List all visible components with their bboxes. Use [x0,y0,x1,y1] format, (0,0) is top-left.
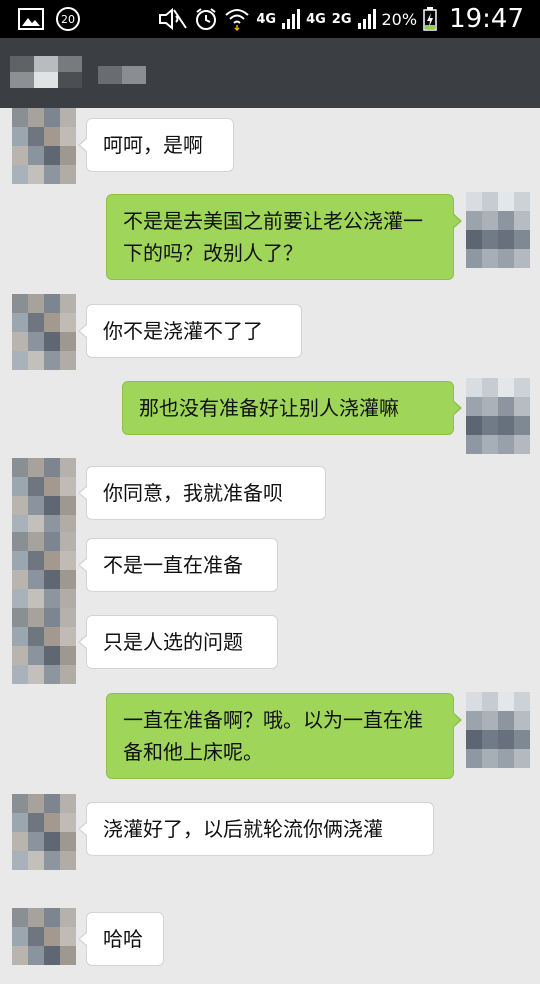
notification-count-badge: 20 [56,7,80,31]
battery-percent: 20% [381,9,418,29]
image-icon [18,8,44,30]
avatar[interactable] [12,294,76,370]
battery-charging-icon [423,7,437,31]
message-bubble[interactable]: 你不是浇灌不了了 [78,304,302,358]
avatar[interactable] [12,108,76,184]
chat-header [0,38,540,108]
message-bubble[interactable]: 呵呵，是啊 [78,118,234,172]
alarm-icon [196,8,217,30]
avatar[interactable] [12,608,76,684]
status-bar: 20 4G 4G 2G 20% 19:47 [0,0,540,38]
network-type-2: 4G [306,11,326,27]
message-bubble[interactable]: 一直在准备啊？哦。以为一直在准备和他上床呢。 [106,693,462,779]
message-list[interactable]: 呵呵，是啊 不是是去美国之前要让老公浇灌一下的吗？改别人了？ 你不是浇灌不了了 … [0,108,540,966]
signal-icon [282,9,301,29]
mute-icon [159,7,188,31]
network-type-1: 4G [256,11,277,27]
avatar[interactable] [466,192,530,268]
avatar[interactable] [12,532,76,608]
message-bubble[interactable]: 浇灌好了，以后就轮流你俩浇灌 [78,802,434,856]
avatar[interactable] [12,908,76,984]
avatar[interactable] [12,458,76,534]
wifi-icon [225,9,250,31]
signal-icon [357,9,376,29]
avatar[interactable] [466,692,530,768]
message-bubble[interactable]: 那也没有准备好让别人浇灌嘛 [122,381,462,435]
message-bubble[interactable]: 你同意，我就准备呗 [78,466,326,520]
message-bubble[interactable]: 不是是去美国之前要让老公浇灌一下的吗？改别人了？ [106,194,462,280]
avatar[interactable] [12,794,76,870]
message-bubble[interactable]: 只是人选的问题 [78,615,278,669]
network-type-3: 2G [331,11,352,27]
message-bubble[interactable]: 不是一直在准备 [78,538,278,592]
clock: 19:47 [449,4,524,34]
message-bubble[interactable]: 哈哈 [78,912,164,966]
contact-name-mosaic[interactable] [10,56,82,88]
contact-name-mosaic[interactable] [98,66,146,84]
avatar[interactable] [466,378,530,454]
